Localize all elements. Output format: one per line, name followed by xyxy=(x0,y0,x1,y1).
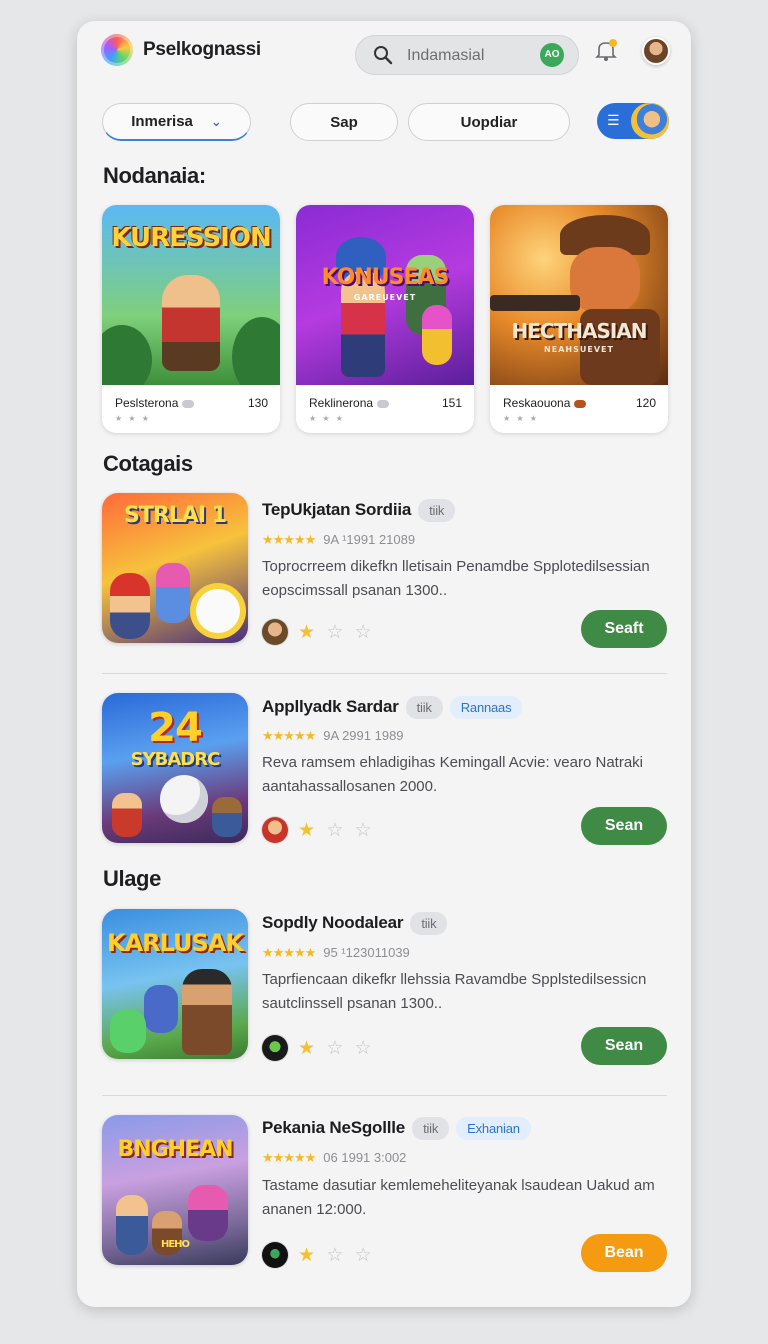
featured-card-art: KURESSION xyxy=(102,205,280,385)
rating-stars: ★★★★★ xyxy=(262,1150,316,1165)
featured-card-name: Reskaouona xyxy=(503,396,587,410)
list-item-category-tag[interactable]: Exhanian xyxy=(456,1117,531,1140)
featured-card-art-subtext: NEAHSUEVET xyxy=(544,345,614,354)
featured-card-count: 130 xyxy=(247,396,268,410)
list-view-icon: ☰ xyxy=(607,112,620,128)
list-item-description: Toprocrreem dikefkn lletisain Penamdbe S… xyxy=(262,558,650,599)
category-dropdown-label: Inmerisa xyxy=(131,113,193,130)
list-item-art-text: BNGHEAN xyxy=(117,1137,233,1162)
featured-card-count: 151 xyxy=(441,396,462,410)
list-item-action-button[interactable]: Sean xyxy=(581,1027,667,1065)
featured-card[interactable]: KONUSEAS GAREUEVET Reklinerona 151 ★ ★ ★ xyxy=(296,205,474,433)
category-dropdown[interactable]: Inmerisa ⌄ xyxy=(102,103,251,141)
filter-chip-sap[interactable]: Sap xyxy=(290,103,398,141)
divider xyxy=(102,1095,667,1096)
list-item-category-tag[interactable]: Rannaas xyxy=(449,696,523,719)
divider xyxy=(102,673,667,674)
list-item-tag[interactable]: tiik xyxy=(412,1117,450,1140)
featured-card-stars: ★ ★ ★ xyxy=(115,414,151,423)
featured-card-stars: ★ ★ ★ xyxy=(309,414,345,423)
featured-card-art: KONUSEAS GAREUEVET xyxy=(296,205,474,385)
user-avatar[interactable] xyxy=(642,37,670,65)
app-logo-icon[interactable] xyxy=(101,34,133,66)
user-rating-stars[interactable]: ★ ☆ ☆ xyxy=(298,819,375,842)
list-item-action-button[interactable]: Seaft xyxy=(581,610,667,648)
list-item-footer: ★ ☆ ☆ xyxy=(262,1035,375,1061)
list-item-thumbnail: STRLAI 1 xyxy=(102,493,248,643)
app-title: Pselkognassi xyxy=(143,39,261,60)
rating-stars: ★★★★★ xyxy=(262,532,316,547)
filter-chip-uopdiar[interactable]: Uopdiar xyxy=(408,103,570,141)
search-placeholder: Indamasial xyxy=(407,47,485,64)
author-avatar[interactable] xyxy=(262,817,288,843)
list-item-tag[interactable]: tiik xyxy=(410,912,448,935)
list-item-tag[interactable]: tiik xyxy=(418,499,456,522)
list-item-title: Appllyadk Sardar tiik Rannaas xyxy=(262,696,523,719)
list-item-action-button[interactable]: Sean xyxy=(581,807,667,845)
author-avatar[interactable] xyxy=(262,1035,288,1061)
list-item-meta: ★★★★★ 95 ¹123011039 xyxy=(262,945,410,960)
user-rating-stars[interactable]: ★ ☆ ☆ xyxy=(298,1037,375,1060)
user-rating-stars[interactable]: ★ ☆ ☆ xyxy=(298,621,375,644)
search-icon xyxy=(374,46,393,65)
rating-stars: ★★★★★ xyxy=(262,728,316,743)
featured-card-stars: ★ ★ ★ xyxy=(503,414,539,423)
featured-card[interactable]: KURESSION Peslsterona 130 ★ ★ ★ xyxy=(102,205,280,433)
list-item-thumbnail: KARLUSAK xyxy=(102,909,248,1059)
view-thumbnail xyxy=(631,103,669,139)
featured-card-art-subtext: GAREUEVET xyxy=(353,293,417,302)
author-avatar[interactable] xyxy=(262,1242,288,1268)
chevron-down-icon: ⌄ xyxy=(210,113,222,129)
list-item-footer: ★ ☆ ☆ xyxy=(262,619,375,645)
list-item-art-subtext: SYBADRC xyxy=(130,749,221,770)
village-section-title: Ulage xyxy=(103,866,161,891)
featured-card-art-text: HECTHASIAN xyxy=(511,319,648,343)
featured-card-art-text: KONUSEAS xyxy=(321,265,450,290)
rating-stars: ★★★★★ xyxy=(262,945,316,960)
list-item-title: Pekania NeSgollle tiik Exhanian xyxy=(262,1117,531,1140)
list-item-description: Tastame dasutiar kemlemeheliteyanak lsau… xyxy=(262,1177,655,1218)
list-item-description: Reva ramsem ehladigihas Kemingall Acvie:… xyxy=(262,754,644,795)
list-item-footer: ★ ☆ ☆ xyxy=(262,817,375,843)
list-item-thumbnail: BNGHEAN HEHO xyxy=(102,1115,248,1265)
list-item-meta: ★★★★★ 9A 2991 1989 xyxy=(262,728,404,743)
list-item-meta: ★★★★★ 06 1991 3:002 xyxy=(262,1150,407,1165)
app-window: Pselkognassi Indamasial AO Inmerisa ⌄ Sa… xyxy=(77,21,691,1307)
view-toggle-button[interactable]: ☰ xyxy=(597,103,669,139)
list-item-thumbnail: 24 SYBADRC xyxy=(102,693,248,843)
list-item-title: Sopdly Noodalear tiik xyxy=(262,912,448,935)
list-item-action-button[interactable]: Bean xyxy=(581,1234,667,1272)
featured-card-art-text: KURESSION xyxy=(111,223,271,253)
featured-card-name: Peslsterona xyxy=(115,396,195,410)
list-item-art-text: KARLUSAK xyxy=(106,929,244,957)
user-rating-stars[interactable]: ★ ☆ ☆ xyxy=(298,1244,375,1267)
featured-card-art: HECTHASIAN NEAHSUEVET xyxy=(490,205,668,385)
list-item-art-text: 24 xyxy=(148,705,203,751)
categories-section-title: Cotagais xyxy=(103,451,193,476)
mic-icon[interactable]: AO xyxy=(540,43,564,67)
bell-icon[interactable] xyxy=(593,37,619,63)
list-item-title: TepUkjatan Sordiia tiik xyxy=(262,499,456,522)
list-item-art-subtext: HEHO xyxy=(160,1239,190,1250)
featured-card[interactable]: HECTHASIAN NEAHSUEVET Reskaouona 120 ★ ★… xyxy=(490,205,668,433)
list-item-description: Taprfiencaan dikefkr llehssia Ravamdbe S… xyxy=(262,971,647,1012)
featured-section-title: Nodanaia: xyxy=(103,163,206,188)
list-item-footer: ★ ☆ ☆ xyxy=(262,1242,375,1268)
author-avatar[interactable] xyxy=(262,619,288,645)
list-item-art-text: STRLAI 1 xyxy=(124,503,227,528)
featured-card-count: 120 xyxy=(635,396,656,410)
list-item-tag[interactable]: tiik xyxy=(405,696,443,719)
featured-card-name: Reklinerona xyxy=(309,396,390,410)
list-item-meta: ★★★★★ 9A ¹1991 21089 xyxy=(262,532,416,547)
search-input[interactable]: Indamasial AO xyxy=(355,35,579,75)
